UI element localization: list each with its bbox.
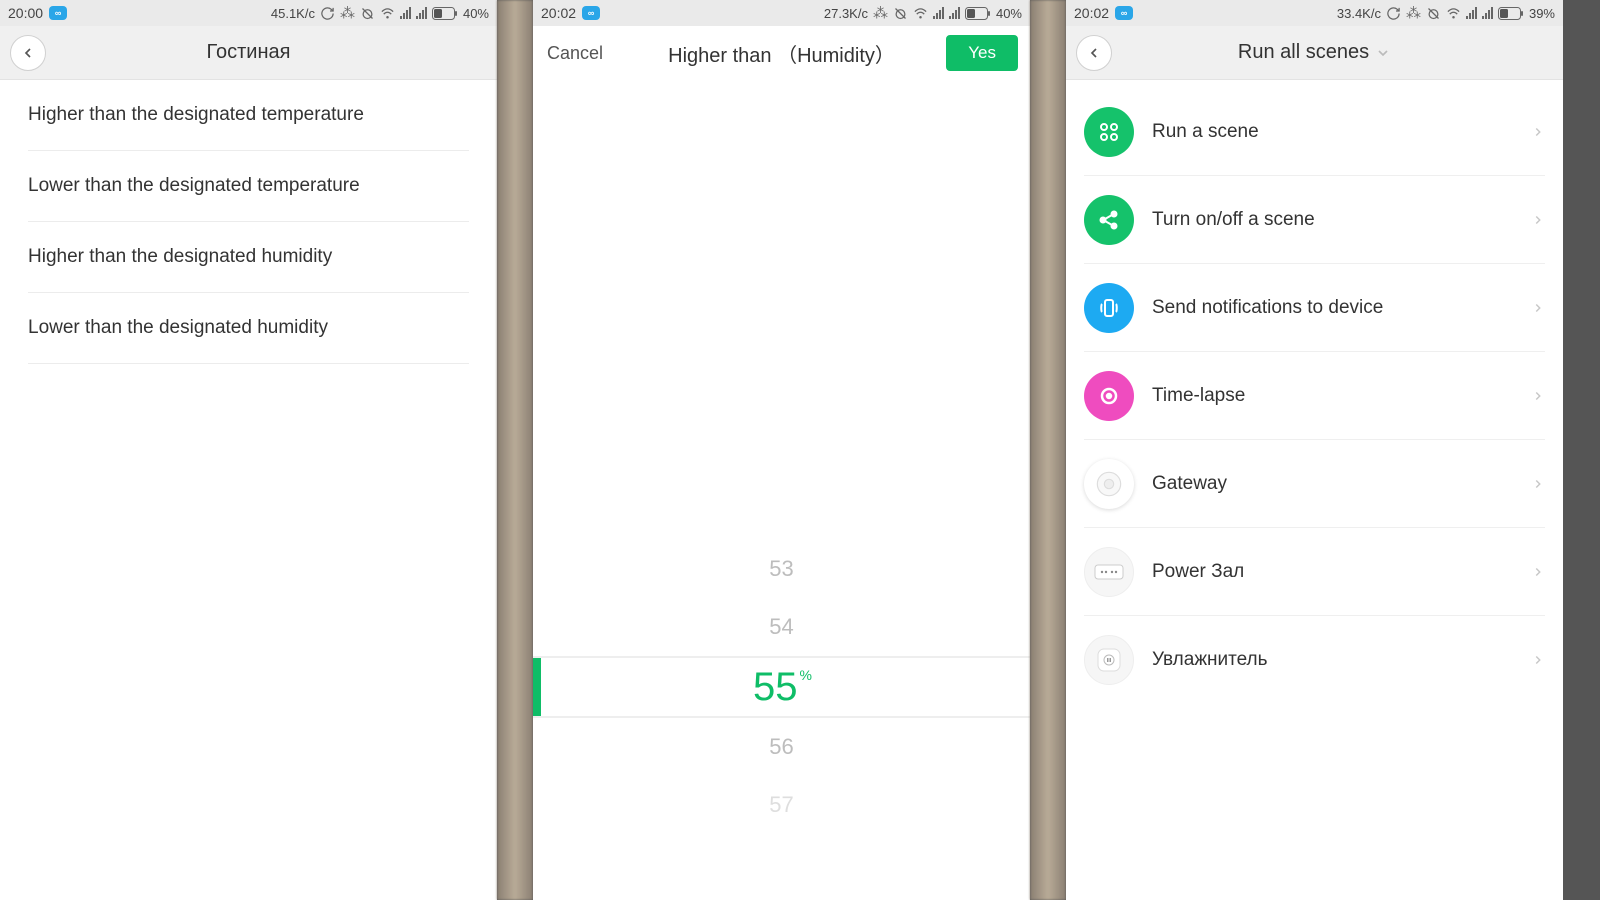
navbar: Гостиная <box>0 26 497 80</box>
signal-icon <box>933 7 944 19</box>
signal-icon <box>1466 7 1477 19</box>
condition-list: Higher than the designated temperature L… <box>0 80 497 364</box>
confirm-button[interactable]: Yes <box>946 35 1018 71</box>
screen-living-room: 20:00 ∞ 45.1K/c ⁂ 40% Гостиная Higher <box>0 0 497 900</box>
device-label: Power Зал <box>1152 561 1531 583</box>
screen-humidity-picker: 20:02 ∞ 27.3K/c ⁂ 40% Cancel Higher than… <box>533 0 1030 900</box>
action-label: Time-lapse <box>1152 385 1531 407</box>
status-bar: 20:00 ∞ 45.1K/c ⁂ 40% <box>0 0 497 26</box>
chevron-right-icon <box>1531 389 1545 403</box>
action-toggle-scene[interactable]: Turn on/off a scene <box>1084 176 1545 264</box>
picker-value[interactable]: 53 <box>533 540 1030 598</box>
bluetooth-icon: ⁂ <box>1406 4 1421 22</box>
battery-icon <box>965 7 991 20</box>
picker-value[interactable]: 57 <box>533 776 1030 834</box>
signal-icon-2 <box>416 7 427 19</box>
picker-selected[interactable]: 55 % <box>533 656 1030 718</box>
device-label: Увлажнитель <box>1152 649 1531 671</box>
back-button[interactable] <box>10 35 46 71</box>
notify-icon <box>1084 283 1134 333</box>
humidity-picker[interactable]: 53 54 55 % 56 57 <box>533 80 1030 900</box>
action-label: Run a scene <box>1152 121 1531 143</box>
chevron-left-icon <box>20 45 36 61</box>
picker-value[interactable]: 56 <box>533 718 1030 776</box>
screen-run-all-scenes: 20:02 ∞ 33.4K/c ⁂ 39% Run all scenes <box>1066 0 1563 900</box>
share-icon <box>1084 195 1134 245</box>
page-title: Гостиная <box>0 41 497 64</box>
action-label: Send notifications to device <box>1152 297 1531 319</box>
page-title-dropdown[interactable]: Run all scenes <box>1066 41 1563 64</box>
alarm-off-icon <box>1426 6 1441 21</box>
picker-unit: % <box>800 667 812 683</box>
cloud-icon: ∞ <box>1115 6 1133 20</box>
action-label: Turn on/off a scene <box>1152 209 1531 231</box>
status-bar: 20:02 ∞ 33.4K/c ⁂ 39% <box>1066 0 1563 26</box>
status-bar: 20:02 ∞ 27.3K/c ⁂ 40% <box>533 0 1030 26</box>
condition-lower-temp[interactable]: Lower than the designated temperature <box>28 151 469 222</box>
screenshot-gap <box>497 0 533 900</box>
cloud-icon: ∞ <box>582 6 600 20</box>
navbar: Run all scenes <box>1066 26 1563 80</box>
device-power-zal[interactable]: Power Зал <box>1084 528 1545 616</box>
battery-icon <box>1498 7 1524 20</box>
action-time-lapse[interactable]: Time-lapse <box>1084 352 1545 440</box>
bluetooth-icon: ⁂ <box>340 4 355 22</box>
wifi-icon <box>913 6 928 21</box>
status-speed: 27.3K/c <box>824 6 868 21</box>
sync-icon <box>1386 6 1401 21</box>
status-time: 20:00 <box>8 5 43 21</box>
cloud-icon: ∞ <box>49 6 67 20</box>
signal-icon-2 <box>1482 7 1493 19</box>
power-strip-icon <box>1084 547 1134 597</box>
chevron-right-icon <box>1531 477 1545 491</box>
chevron-right-icon <box>1531 565 1545 579</box>
smart-plug-icon <box>1084 635 1134 685</box>
chevron-right-icon <box>1531 301 1545 315</box>
screenshot-gap <box>1030 0 1066 900</box>
status-battery: 40% <box>463 6 489 21</box>
condition-lower-humidity[interactable]: Lower than the designated humidity <box>28 293 469 364</box>
time-lapse-icon <box>1084 371 1134 421</box>
scene-icon <box>1084 107 1134 157</box>
cancel-button[interactable]: Cancel <box>547 43 603 64</box>
alarm-off-icon <box>360 6 375 21</box>
action-list: Run a scene Turn on/off a scene Send not… <box>1066 80 1563 900</box>
action-run-scene[interactable]: Run a scene <box>1084 88 1545 176</box>
gateway-icon <box>1084 459 1134 509</box>
status-speed: 33.4K/c <box>1337 6 1381 21</box>
signal-icon-2 <box>949 7 960 19</box>
status-time: 20:02 <box>541 5 576 21</box>
picker-value[interactable]: 54 <box>533 598 1030 656</box>
chevron-down-icon <box>1375 45 1391 61</box>
status-battery: 39% <box>1529 6 1555 21</box>
status-time: 20:02 <box>1074 5 1109 21</box>
wifi-icon <box>380 6 395 21</box>
status-battery: 40% <box>996 6 1022 21</box>
wifi-icon <box>1446 6 1461 21</box>
condition-higher-temp[interactable]: Higher than the designated temperature <box>28 80 469 151</box>
action-send-notification[interactable]: Send notifications to device <box>1084 264 1545 352</box>
page-title-text: Run all scenes <box>1238 41 1369 64</box>
chevron-right-icon <box>1531 125 1545 139</box>
bluetooth-icon: ⁂ <box>873 4 888 22</box>
picker-selected-value: 55 <box>753 665 798 710</box>
device-gateway[interactable]: Gateway <box>1084 440 1545 528</box>
battery-icon <box>432 7 458 20</box>
device-humidifier[interactable]: Увлажнитель <box>1084 616 1545 704</box>
status-speed: 45.1K/c <box>271 6 315 21</box>
condition-higher-humidity[interactable]: Higher than the designated humidity <box>28 222 469 293</box>
chevron-right-icon <box>1531 653 1545 667</box>
navbar: Cancel Higher than （Humidity） Yes <box>533 26 1030 80</box>
device-label: Gateway <box>1152 473 1531 495</box>
alarm-off-icon <box>893 6 908 21</box>
sync-icon <box>320 6 335 21</box>
signal-icon <box>400 7 411 19</box>
chevron-right-icon <box>1531 213 1545 227</box>
